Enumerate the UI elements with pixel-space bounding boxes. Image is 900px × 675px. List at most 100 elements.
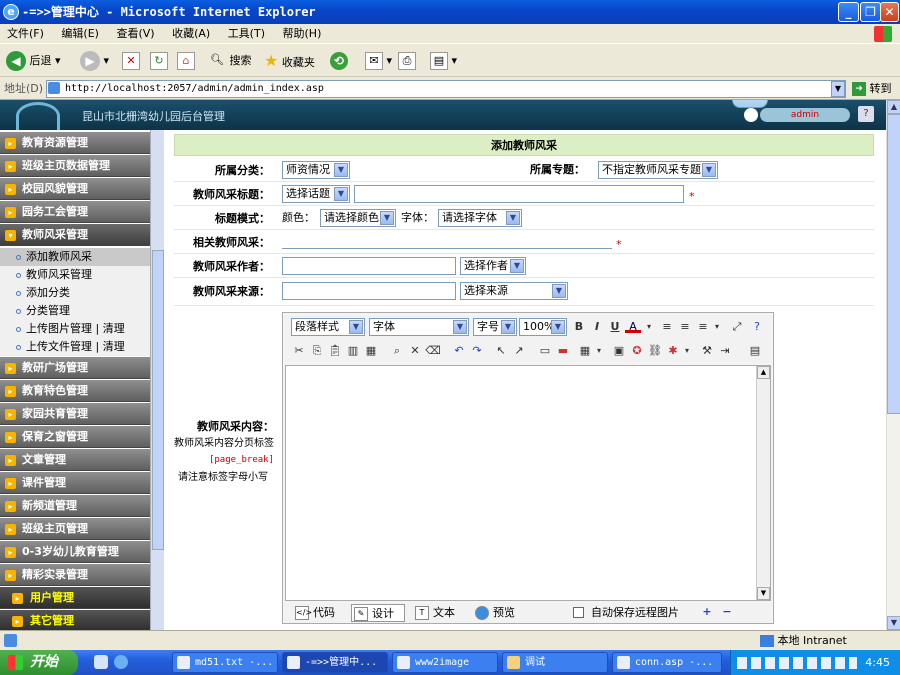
- autosave-checkbox[interactable]: [573, 607, 584, 618]
- delete-icon[interactable]: ✕: [407, 343, 423, 359]
- align-left-icon[interactable]: ≡: [659, 319, 675, 335]
- zoom-select[interactable]: 100% ▼: [519, 318, 567, 336]
- title-topic-select[interactable]: 选择话题 ▼: [282, 185, 350, 203]
- taskbar-item[interactable]: md51.txt -...: [172, 652, 278, 673]
- sidebar-category[interactable]: ▸ 班级主页数据管理: [0, 155, 150, 177]
- shrink-icon[interactable]: −: [719, 604, 735, 620]
- export-icon[interactable]: ⇥: [717, 343, 733, 359]
- image-icon[interactable]: ▣: [611, 343, 627, 359]
- related-input[interactable]: [282, 233, 612, 249]
- sidebar-subitem[interactable]: 添加分类: [0, 284, 150, 302]
- absolute-position-icon[interactable]: ↗: [511, 343, 527, 359]
- chevron-down-icon[interactable]: ▾: [709, 319, 725, 335]
- sidebar-category[interactable]: ▸ 新频道管理: [0, 495, 150, 517]
- paragraph-style-select[interactable]: 段落样式 ▼: [291, 318, 365, 336]
- sidebar-category[interactable]: ▸ 园务工会管理: [0, 201, 150, 223]
- sidebar-category[interactable]: ▸ 保育之窗管理: [0, 426, 150, 448]
- font-family-select[interactable]: 字体 ▼: [369, 318, 469, 336]
- italic-icon[interactable]: I: [589, 319, 605, 335]
- align-center-icon[interactable]: ≡: [677, 319, 693, 335]
- eraser-icon[interactable]: ⌫: [425, 343, 441, 359]
- start-button[interactable]: 开始: [0, 650, 78, 675]
- address-input[interactable]: http://localhost:2057/admin/admin_index.…: [46, 80, 846, 98]
- search-button[interactable]: 🔍︎ 搜索: [208, 50, 251, 72]
- sidebar-subitem[interactable]: 上传图片管理 | 清理: [0, 320, 150, 338]
- forward-button[interactable]: ▶ ▾: [80, 50, 109, 72]
- expand-icon[interactable]: +: [699, 604, 715, 620]
- sidebar-subitem[interactable]: 分类管理: [0, 302, 150, 320]
- frame-splitter[interactable]: [150, 130, 164, 630]
- undo-icon[interactable]: ↶: [451, 343, 467, 359]
- go-button[interactable]: ➜ 转到: [852, 80, 892, 98]
- page-scrollbar[interactable]: ▲ ▼: [886, 100, 900, 630]
- font-color-icon[interactable]: A: [625, 319, 641, 333]
- title-input[interactable]: [354, 185, 684, 203]
- favorites-button[interactable]: ★ 收藏夹: [264, 50, 315, 72]
- sidebar-category[interactable]: ▸ 教育资源管理: [0, 132, 150, 154]
- select-pointer-icon[interactable]: ↖: [493, 343, 509, 359]
- address-dropdown-icon[interactable]: ▼: [831, 81, 845, 97]
- sidebar-category[interactable]: ▸ 教研广场管理: [0, 357, 150, 379]
- paste-word-icon[interactable]: ▦: [363, 343, 379, 359]
- redo-icon[interactable]: ↷: [469, 343, 485, 359]
- bold-icon[interactable]: B: [571, 319, 587, 335]
- taskbar-item[interactable]: www2image: [392, 652, 498, 673]
- tab-preview[interactable]: 预览: [473, 604, 527, 622]
- stop-button[interactable]: ✕: [122, 50, 140, 72]
- scroll-down-icon[interactable]: ▼: [757, 587, 770, 600]
- sidebar-category[interactable]: ▸ 精彩实录管理: [0, 564, 150, 586]
- history-button[interactable]: ⟲: [330, 50, 348, 72]
- quicklaunch-desktop-icon[interactable]: [94, 655, 108, 669]
- link-icon[interactable]: ⛓: [647, 343, 663, 359]
- chevron-down-icon[interactable]: ▾: [641, 319, 657, 335]
- sidebar-category-open[interactable]: ▾ 教师风采管理: [0, 224, 150, 246]
- paste-icon[interactable]: 📋︎: [327, 343, 343, 359]
- print-button[interactable]: ⎙: [398, 50, 416, 72]
- refresh-button[interactable]: ↻: [150, 50, 168, 72]
- minimize-button[interactable]: _: [838, 2, 859, 22]
- editor-scrollbar[interactable]: ▲ ▼: [756, 366, 770, 600]
- frame-scroll-thumb[interactable]: [152, 250, 164, 550]
- underline-icon[interactable]: U: [607, 319, 623, 335]
- scroll-up-icon[interactable]: ▲: [887, 100, 900, 114]
- copy-icon[interactable]: ⎘: [309, 343, 325, 359]
- color-select[interactable]: 请选择颜色 ▼: [320, 209, 396, 227]
- menu-edit[interactable]: 编辑(E): [54, 24, 106, 44]
- sidebar-subitem-selected[interactable]: 添加教师风采: [0, 248, 150, 266]
- sidebar-category[interactable]: ▸ 文章管理: [0, 449, 150, 471]
- chevron-down-icon[interactable]: ▾: [679, 343, 695, 359]
- taskbar-item[interactable]: 调试: [502, 652, 608, 673]
- cut-icon[interactable]: ✂: [291, 343, 307, 359]
- tab-design[interactable]: ✎ 设计: [351, 604, 405, 622]
- sidebar-category[interactable]: ▸ 班级主页管理: [0, 518, 150, 540]
- sidebar-category[interactable]: ▸ 家园共育管理: [0, 403, 150, 425]
- menu-tools[interactable]: 工具(T): [221, 24, 272, 44]
- fullscreen-icon[interactable]: ⤢: [729, 319, 745, 335]
- chevron-down-icon[interactable]: ▾: [591, 343, 607, 359]
- source-input[interactable]: [282, 282, 456, 300]
- tab-text[interactable]: T 文本: [413, 604, 467, 622]
- editor-content-area[interactable]: ▲ ▼: [285, 365, 771, 601]
- sidebar-section-users[interactable]: ▸ 用户管理: [0, 587, 150, 609]
- sidebar-subitem[interactable]: 上传文件管理 | 清理: [0, 338, 150, 356]
- sidebar-section-other[interactable]: ▸ 其它管理: [0, 610, 150, 630]
- sidebar-category[interactable]: ▸ 教育特色管理: [0, 380, 150, 402]
- sidebar-category[interactable]: ▸ 课件管理: [0, 472, 150, 494]
- flash-icon[interactable]: ✪: [629, 343, 645, 359]
- taskbar-item[interactable]: conn.asp -...: [612, 652, 722, 673]
- find-icon[interactable]: ⌕: [389, 343, 405, 359]
- taskbar-item-active[interactable]: -=>>管理中...: [282, 652, 388, 673]
- source-view-icon[interactable]: ▤: [747, 343, 763, 359]
- topic-select[interactable]: 不指定教师风采专题 ▼: [598, 161, 718, 179]
- menu-help[interactable]: 帮助(H): [276, 24, 329, 44]
- close-button[interactable]: ✕: [880, 2, 899, 22]
- author-select[interactable]: 选择作者 ▼: [460, 257, 526, 275]
- table-icon[interactable]: ▭: [537, 343, 553, 359]
- tray-icons[interactable]: [737, 657, 857, 669]
- font-select[interactable]: 请选择字体 ▼: [438, 209, 522, 227]
- scroll-down-icon[interactable]: ▼: [887, 616, 900, 630]
- sidebar-subitem[interactable]: 教师风采管理: [0, 266, 150, 284]
- sidebar-category[interactable]: ▸ 0-3岁幼儿教育管理: [0, 541, 150, 563]
- sidebar-category[interactable]: ▸ 校园风貌管理: [0, 178, 150, 200]
- menu-view[interactable]: 查看(V): [109, 24, 161, 44]
